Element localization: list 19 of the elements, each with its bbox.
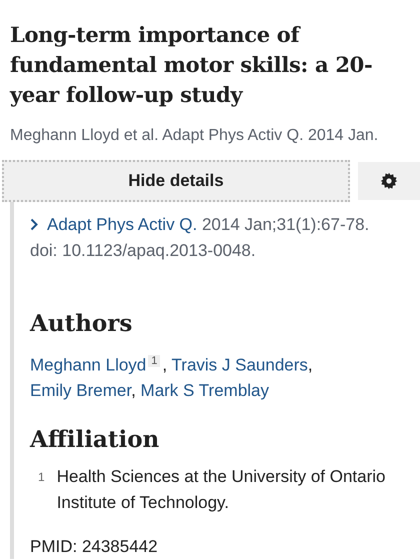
affiliation-number: 1 [38,468,45,486]
affiliation-text: Health Sciences at the University of Ontario Institute of Technology. [56,466,387,514]
affiliation-link[interactable]: 1 [148,354,160,367]
journal-link[interactable]: Adapt Phys Activ Q. [30,215,198,234]
settings-icon [380,172,398,190]
chevron-icon [30,218,39,232]
section-heading: Affiliation [30,426,160,454]
article-title: Long-term importance of fundamental motor skills: a 20-year follow-up study [8,21,374,109]
short-citation: Meghann Lloyd et al. Adapt Phys Activ Q. 2014 Jan. [9,126,380,146]
author-link[interactable]: Emily Bremer [30,381,132,400]
author-link[interactable]: Meghann Lloyd [30,355,146,374]
citation-text: Adapt Phys Activ Q. 2014 Jan;31(1):67-78. doi: 10.1123/apaq.2013-0048. [30,214,370,262]
settings-button[interactable] [358,162,420,200]
author-link[interactable]: Mark S Tremblay [140,381,270,400]
section-heading: Authors [30,310,134,338]
hide-details-button[interactable]: Hide details [2,160,350,202]
author-link[interactable]: Travis J Saunders [172,355,308,374]
pmid-text: PMID: 24385442 [30,536,159,558]
author-list: Meghann Lloyd $^{1}$ , Travis J Saunders, Emily Bremer, Mark S Tremblay [30,348,396,404]
